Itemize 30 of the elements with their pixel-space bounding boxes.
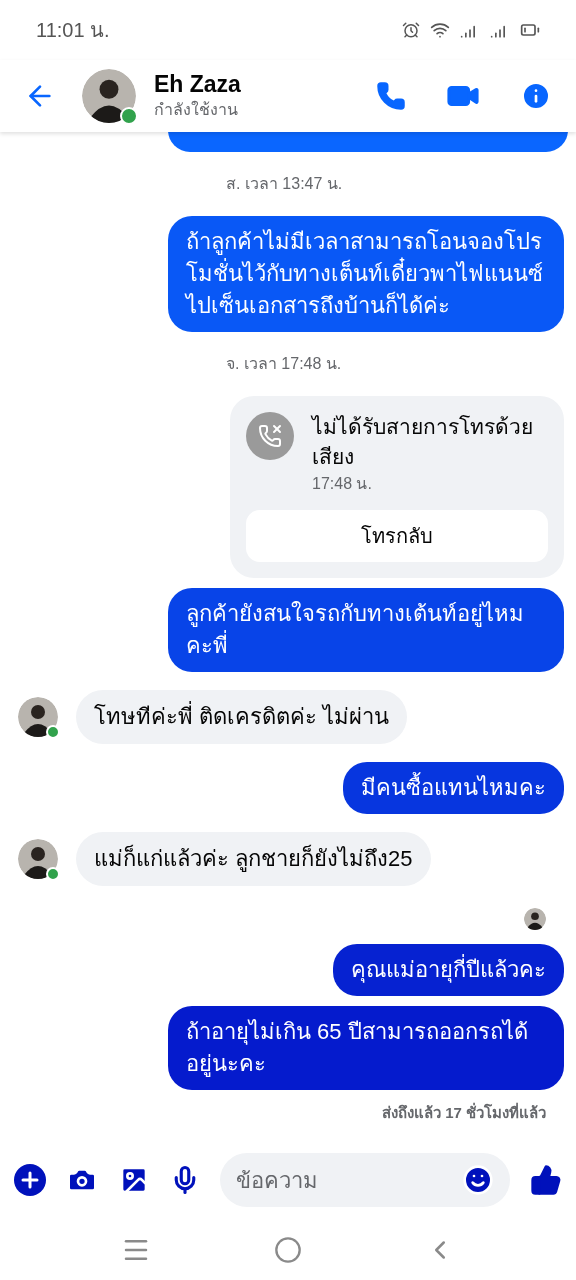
message-bubble: ลูกค้ายังสนใจรถกับทางเต้นท์อยู่ไหมคะพี่	[168, 588, 564, 672]
avatar-silhouette-icon	[18, 839, 58, 879]
missed-call-icon	[246, 412, 294, 460]
message-bubble: คุณแม่อายุกี่ปีแล้วคะ	[333, 944, 564, 996]
timestamp: จ. เวลา 17:48 น.	[226, 354, 342, 374]
emoji-icon[interactable]	[462, 1164, 494, 1196]
status-time: 11:01 น.	[36, 18, 110, 43]
avatar-silhouette-icon	[524, 908, 546, 930]
timestamp: ส. เวลา 13:47 น.	[226, 174, 343, 194]
delivery-status: ส่งถึงแล้ว 17 ชั่วโมงที่แล้ว	[381, 1102, 546, 1123]
message-bubble: ถ้าลูกค้าไม่มีเวลาสามารถโอนจองโปรโมชั่นไว้กับทางเต็นท์เดี๋ยวพาไฟแนนซ์ไปเซ็นเอกสารถึงบ้านก็ได้ค่ะ	[168, 216, 564, 332]
message-bubble: โทษทีค่ะพี่ ติดเครดิตค่ะ ไม่ผ่าน	[76, 690, 408, 744]
add-icon[interactable]	[14, 1164, 46, 1196]
alarm-icon	[402, 21, 420, 39]
wifi-icon	[430, 20, 450, 40]
message-field[interactable]: ข้อความ	[220, 1153, 510, 1207]
message-input[interactable]: ข้อความ	[236, 1163, 462, 1197]
home-icon[interactable]	[274, 1236, 302, 1264]
message-bubble: แม่ก็แก่แล้วค่ะ ลูกชายก็ยังไม่ถึง25	[76, 832, 431, 886]
avatar-silhouette-icon	[82, 69, 136, 123]
phone-icon[interactable]	[376, 81, 406, 111]
message-bubble: ถ้าอายุไม่เกิน 65 ปีสามารถออกรถได้อยู่นะคะ	[168, 1006, 564, 1090]
contact-name: Eh Zaza	[154, 70, 241, 98]
avatar-silhouette-icon	[18, 697, 58, 737]
message-bubble: มีคนซื้อแทนไหมคะ	[343, 762, 564, 814]
call-back-button[interactable]: โทรกลับ	[246, 510, 548, 562]
like-icon[interactable]	[530, 1164, 562, 1196]
contact-status: กำลังใช้งาน	[154, 99, 239, 120]
call-title: ไม่ได้รับสายการโทรด้วยเสียง	[312, 414, 534, 470]
call-time: 17:48 น.	[312, 474, 373, 494]
